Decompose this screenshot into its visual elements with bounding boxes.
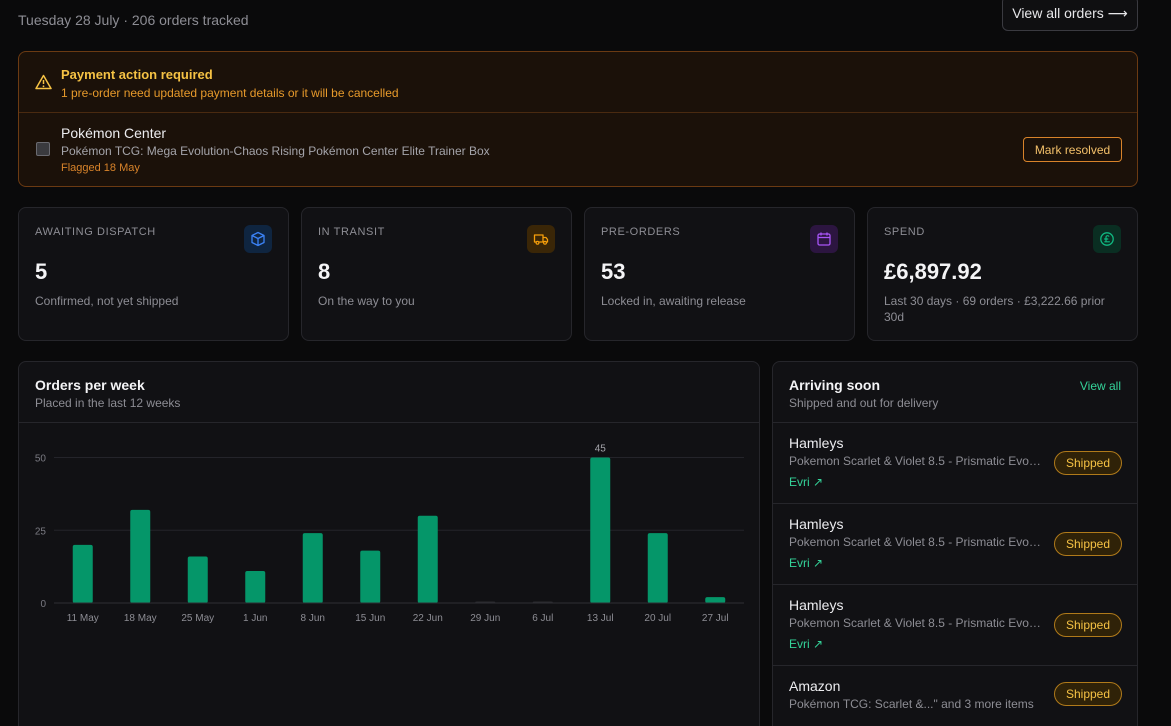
alert-description: 1 pre-order need updated payment details… — [61, 86, 399, 100]
chart-bar — [130, 509, 151, 603]
alert-item-checkbox[interactable] — [36, 142, 50, 156]
carrier-tracking-link[interactable]: Evri ↗ — [789, 637, 823, 651]
stat-card-spend[interactable]: SPEND £6,897.92 Last 30 days · 69 orders… — [867, 207, 1138, 341]
carrier-tracking-link[interactable]: Evri ↗ — [789, 556, 823, 570]
stat-card-pre-orders[interactable]: PRE-ORDERS 53 Locked in, awaiting releas… — [584, 207, 855, 341]
calendar-icon — [810, 225, 838, 253]
alert-item-store: Pokémon Center — [61, 125, 167, 141]
arriving-item[interactable]: Hamleys Pokemon Scarlet & Violet 8.5 - P… — [773, 585, 1137, 666]
y-tick-label: 50 — [35, 454, 47, 465]
stat-card-awaiting-dispatch[interactable]: AWAITING DISPATCH 5 Confirmed, not yet s… — [18, 207, 289, 341]
chart-bar — [360, 550, 381, 603]
x-tick-label: 13 Jul — [587, 613, 614, 624]
status-badge: Shipped — [1054, 682, 1122, 706]
chart-title: Orders per week — [35, 377, 145, 393]
arriving-item-product: Pokémon TCG: Scarlet &..." and 3 more it… — [789, 697, 1034, 711]
alert-item-product: Pokémon TCG: Mega Evolution-Chaos Rising… — [61, 144, 490, 158]
header-subtitle: Tuesday 28 July · 206 orders tracked — [18, 12, 249, 28]
truck-icon — [527, 225, 555, 253]
arriving-item-store: Amazon — [789, 678, 841, 694]
stat-card-in-transit[interactable]: IN TRANSIT 8 On the way to you — [301, 207, 572, 341]
chart-bar — [302, 533, 323, 603]
stat-subtext: Last 30 days · 69 orders · £3,222.66 pri… — [884, 294, 1105, 324]
mark-resolved-button[interactable]: Mark resolved — [1023, 137, 1122, 162]
chart-bar — [245, 571, 266, 603]
arriving-item-product: Pokemon Scarlet & Violet 8.5 - Prismatic… — [789, 535, 1043, 549]
stat-label: AWAITING DISPATCH — [35, 226, 156, 238]
pound-coin-icon — [1093, 225, 1121, 253]
alert-title: Payment action required — [61, 67, 213, 82]
view-all-orders-button[interactable]: View all orders ⟶ — [1002, 0, 1138, 31]
arriving-item-product: Pokemon Scarlet & Violet 8.5 - Prismatic… — [789, 454, 1043, 468]
alert-item-flagged-date: Flagged 18 May — [61, 162, 140, 174]
stat-subtext: Locked in, awaiting release — [601, 294, 746, 308]
arriving-item[interactable]: Hamleys Pokemon Scarlet & Violet 8.5 - P… — [773, 423, 1137, 504]
stat-value: 5 — [35, 259, 48, 284]
x-tick-label: 18 May — [124, 613, 157, 624]
arriving-title: Arriving soon — [789, 377, 881, 393]
arriving-item[interactable]: Hamleys Pokemon Scarlet & Violet 8.5 - P… — [773, 504, 1137, 585]
chart-bar — [705, 597, 726, 603]
y-tick-label: 25 — [35, 526, 47, 537]
x-tick-label: 25 May — [181, 613, 214, 624]
stat-value: £6,897.92 — [884, 259, 982, 284]
alert-item: Pokémon Center Pokémon TCG: Mega Evoluti… — [19, 113, 1137, 186]
stat-label: SPEND — [884, 226, 925, 238]
stat-label: PRE-ORDERS — [601, 226, 681, 238]
carrier-tracking-link[interactable]: Evri ↗ — [789, 475, 823, 489]
stat-label: IN TRANSIT — [318, 226, 385, 238]
warning-triangle-icon — [35, 74, 52, 90]
x-tick-label: 27 Jul — [702, 613, 729, 624]
box-icon — [244, 225, 272, 253]
status-badge: Shipped — [1054, 532, 1122, 556]
arriving-subtitle: Shipped and out for delivery — [789, 396, 939, 410]
x-tick-label: 29 Jun — [470, 613, 500, 624]
arriving-panel-header: Arriving soon Shipped and out for delive… — [773, 362, 1137, 423]
bar-data-label: 45 — [595, 444, 607, 455]
chart-subtitle: Placed in the last 12 weeks — [35, 396, 181, 410]
stat-value: 8 — [318, 259, 331, 284]
arriving-item-store: Hamleys — [789, 597, 844, 613]
arriving-item-product: Pokemon Scarlet & Violet 8.5 - Prismatic… — [789, 616, 1043, 630]
chart-bar — [590, 457, 611, 603]
stat-subtext: Confirmed, not yet shipped — [35, 294, 179, 308]
status-badge: Shipped — [1054, 613, 1122, 637]
x-tick-label: 20 Jul — [644, 613, 671, 624]
x-tick-label: 1 Jun — [243, 613, 267, 624]
orders-bar-chart: 0 25 50 11 May 18 May 25 May 1 Jun 8 Jun 15 Jun 2… — [35, 444, 744, 624]
chart-bar — [417, 515, 438, 603]
chart-bar — [72, 544, 93, 603]
arriving-view-all-link[interactable]: View all — [1080, 379, 1121, 393]
arriving-item-store: Hamleys — [789, 516, 844, 532]
chart-bar — [187, 556, 208, 603]
x-tick-label: 6 Jul — [532, 613, 553, 624]
payment-alert: Payment action required 1 pre-order need… — [18, 51, 1138, 187]
orders-per-week-panel: Orders per week Placed in the last 12 we… — [18, 361, 760, 726]
arriving-item-store: Hamleys — [789, 435, 844, 451]
chart-bar — [647, 533, 668, 603]
arriving-item[interactable]: Amazon Pokémon TCG: Scarlet &..." and 3 … — [773, 666, 1137, 726]
alert-header: Payment action required 1 pre-order need… — [19, 52, 1137, 113]
y-tick-label: 0 — [40, 599, 46, 610]
stat-value: 53 — [601, 259, 626, 284]
arriving-soon-panel: Arriving soon Shipped and out for delive… — [772, 361, 1138, 726]
stat-subtext: On the way to you — [318, 294, 415, 308]
x-tick-label: 22 Jun — [413, 613, 443, 624]
x-tick-label: 11 May — [67, 613, 99, 624]
chart-panel-header: Orders per week Placed in the last 12 we… — [19, 362, 759, 423]
x-tick-label: 8 Jun — [301, 613, 325, 624]
x-tick-label: 15 Jun — [355, 613, 385, 624]
status-badge: Shipped — [1054, 451, 1122, 475]
